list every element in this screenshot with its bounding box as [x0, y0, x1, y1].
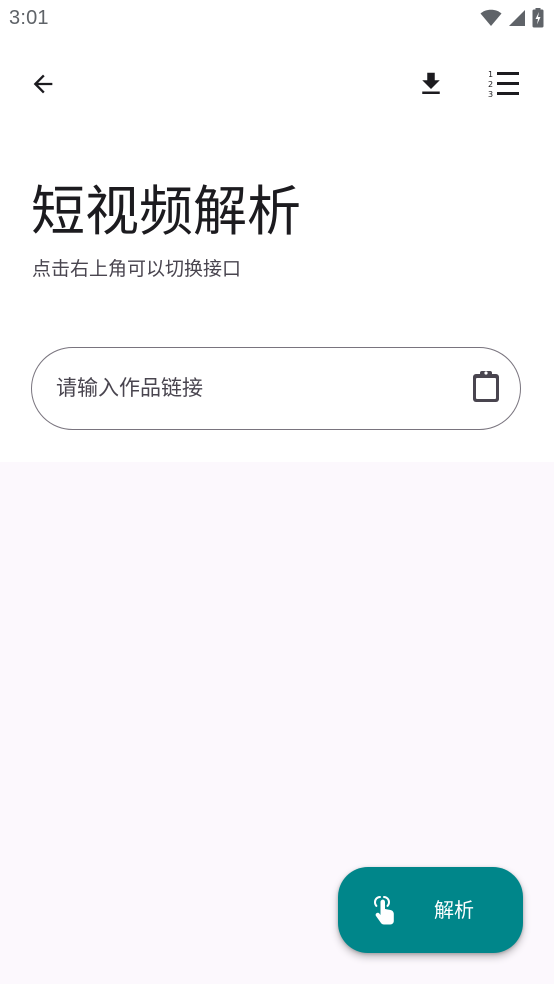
download-icon — [416, 69, 446, 103]
svg-text:3: 3 — [488, 90, 493, 99]
arrow-back-icon — [29, 70, 57, 102]
battery-charging-icon — [532, 8, 544, 28]
back-button[interactable] — [19, 62, 67, 110]
switch-interface-button[interactable]: 1 2 3 — [480, 62, 528, 110]
numbered-list-icon: 1 2 3 — [487, 69, 521, 103]
paste-button[interactable] — [464, 366, 508, 410]
cellular-signal-icon — [508, 9, 526, 27]
link-input[interactable] — [56, 348, 456, 428]
wifi-icon — [480, 9, 502, 27]
parse-button-label: 解析 — [434, 898, 474, 922]
status-icons — [480, 8, 544, 28]
svg-text:2: 2 — [488, 80, 493, 89]
svg-text:1: 1 — [488, 70, 493, 79]
top-app-bar: 1 2 3 — [0, 52, 554, 122]
download-button[interactable] — [407, 62, 455, 110]
status-time: 3:01 — [9, 7, 49, 29]
touch-gesture-icon — [370, 894, 400, 926]
link-input-field — [31, 347, 521, 430]
page-title: 短视频解析 — [31, 180, 301, 243]
page-subtitle: 点击右上角可以切换接口 — [32, 258, 242, 280]
clipboard-paste-icon — [471, 369, 501, 407]
parse-fab-button[interactable]: 解析 — [338, 867, 523, 953]
status-bar: 3:01 — [0, 0, 554, 38]
